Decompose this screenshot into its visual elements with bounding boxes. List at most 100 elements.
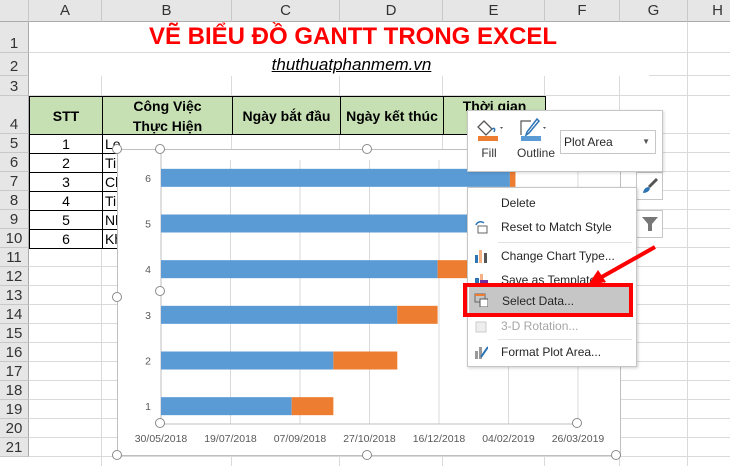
bar-duration-1[interactable]	[291, 397, 334, 416]
resize-handle[interactable]	[362, 144, 372, 154]
cell-stt[interactable]: 3	[29, 172, 103, 192]
mini-toolbar: Fill Outline Plot Area ▼	[467, 110, 663, 172]
x-tick-label: 04/02/2019	[482, 433, 535, 445]
column-header-a[interactable]: A	[29, 0, 102, 22]
y-tick-label: 1	[145, 401, 151, 413]
sheet-subtitle-link[interactable]: thuthuatphanmem.vn	[29, 53, 649, 76]
y-tick-label: 5	[145, 219, 151, 231]
row-header-12[interactable]: 12	[0, 267, 29, 286]
row-header-10[interactable]: 10	[0, 229, 29, 248]
header-start-date: Ngày bắt đầu	[232, 96, 341, 135]
row-header-11[interactable]: 11	[0, 248, 29, 267]
row-header-2[interactable]: 2	[0, 53, 29, 76]
chart-filters-button[interactable]	[636, 210, 663, 238]
y-tick-label: 6	[145, 173, 151, 185]
resize-handle[interactable]	[155, 144, 165, 154]
bar-duration-3[interactable]	[397, 305, 438, 324]
select-all-corner[interactable]	[0, 0, 29, 22]
cell-stt[interactable]: 4	[29, 191, 103, 211]
row-header-18[interactable]: 18	[0, 381, 29, 400]
chart-type-icon	[475, 250, 487, 263]
cell-stt[interactable]: 2	[29, 153, 103, 173]
rotation-3d-icon	[475, 321, 487, 333]
resize-handle[interactable]	[155, 418, 165, 428]
row-header-6[interactable]: 6	[0, 153, 29, 172]
resize-handle[interactable]	[112, 450, 122, 460]
row-header-7[interactable]: 7	[0, 172, 29, 191]
paintbrush-icon	[642, 177, 658, 193]
chart-element-value: Plot Area	[564, 135, 613, 149]
menu-label: Reset to Match Style	[501, 220, 612, 234]
row-header-3[interactable]: 3	[0, 76, 29, 96]
column-header-c[interactable]: C	[232, 0, 340, 22]
bar-start-2[interactable]	[161, 351, 334, 370]
bar-start-4[interactable]	[161, 260, 438, 279]
row-header-5[interactable]: 5	[0, 134, 29, 153]
row-header-21[interactable]: 21	[0, 438, 29, 457]
fill-label: Fill	[481, 146, 497, 160]
resize-handle[interactable]	[362, 450, 372, 460]
chart-styles-button[interactable]	[636, 172, 663, 200]
cell-stt[interactable]: 1	[29, 134, 103, 154]
red-arrow-icon	[588, 245, 656, 285]
paint-bucket-icon	[477, 120, 503, 141]
header-end-date: Ngày kết thúc	[340, 96, 444, 135]
header-task: Công Việc Thực Hiện	[102, 96, 233, 135]
y-tick-label: 2	[145, 356, 151, 368]
outline-pen-icon	[520, 117, 546, 141]
resize-handle[interactable]	[112, 292, 122, 302]
resize-handle[interactable]	[572, 418, 582, 428]
bar-start-3[interactable]	[161, 305, 398, 324]
y-tick-label: 3	[145, 310, 151, 322]
x-tick-label: 16/12/2018	[413, 433, 466, 445]
menu-item-delete[interactable]: Delete	[468, 191, 636, 215]
row-header-8[interactable]: 8	[0, 191, 29, 210]
bar-duration-2[interactable]	[333, 351, 398, 370]
cell-stt[interactable]: 5	[29, 210, 103, 230]
filter-icon	[641, 217, 658, 231]
x-tick-label: 26/03/2019	[552, 433, 605, 445]
column-header-b[interactable]: B	[102, 0, 232, 22]
row-header-20[interactable]: 20	[0, 419, 29, 438]
x-tick-label: 19/07/2018	[204, 433, 257, 445]
column-header-g[interactable]: G	[620, 0, 688, 22]
row-header-16[interactable]: 16	[0, 343, 29, 362]
bar-start-5[interactable]	[161, 214, 469, 233]
x-tick-label: 30/05/2018	[135, 433, 188, 445]
column-header-h[interactable]: H	[688, 0, 730, 22]
x-tick-label: 07/09/2018	[274, 433, 327, 445]
x-tick-label: 27/10/2018	[343, 433, 396, 445]
column-header-d[interactable]: D	[340, 0, 443, 22]
cell-stt[interactable]: 6	[29, 229, 103, 249]
menu-item-reset-style[interactable]: Reset to Match Style	[468, 215, 636, 239]
bar-start-6[interactable]	[161, 168, 510, 187]
row-header-4[interactable]: 4	[0, 96, 29, 134]
bar-start-1[interactable]	[161, 397, 292, 416]
dropdown-arrow-icon: ▼	[642, 137, 650, 146]
y-tick-label: 4	[145, 264, 151, 276]
resize-handle[interactable]	[611, 450, 621, 460]
sheet-title: VẼ BIỂU ĐỒ GANTT TRONG EXCEL	[29, 22, 649, 52]
row-header-13[interactable]: 13	[0, 286, 29, 305]
row-header-1[interactable]: 1	[0, 22, 29, 53]
outline-button[interactable]: Outline	[517, 117, 557, 167]
menu-item-3d-rotation: 3-D Rotation...	[468, 314, 636, 338]
menu-label: 3-D Rotation...	[501, 319, 579, 333]
format-area-icon	[475, 346, 488, 359]
chart-element-dropdown[interactable]: Plot Area ▼	[560, 130, 656, 154]
fill-button[interactable]: Fill	[476, 117, 512, 167]
resize-handle[interactable]	[155, 286, 165, 296]
column-header-e[interactable]: E	[443, 0, 545, 22]
reset-style-icon	[475, 221, 488, 234]
menu-label: Format Plot Area...	[501, 345, 602, 359]
resize-handle[interactable]	[112, 144, 122, 154]
row-header-19[interactable]: 19	[0, 400, 29, 419]
column-header-f[interactable]: F	[545, 0, 620, 22]
row-header-9[interactable]: 9	[0, 210, 29, 229]
row-header-17[interactable]: 17	[0, 362, 29, 381]
outline-label: Outline	[517, 146, 556, 160]
menu-label: Delete	[501, 196, 536, 210]
row-header-14[interactable]: 14	[0, 305, 29, 324]
menu-item-format-plot-area[interactable]: Format Plot Area...	[468, 340, 636, 364]
row-header-15[interactable]: 15	[0, 324, 29, 343]
